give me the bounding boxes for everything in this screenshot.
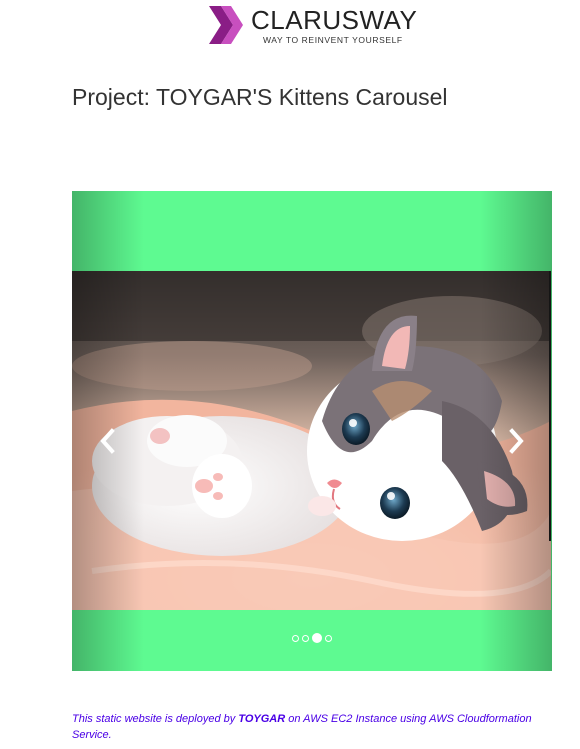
footer-author: TOYGAR bbox=[238, 713, 286, 725]
clarusway-logo-icon bbox=[209, 6, 243, 44]
page-title: Project: TOYGAR'S Kittens Carousel bbox=[72, 84, 448, 110]
chevron-left-icon bbox=[100, 427, 115, 454]
logo-wordmark: CLARUSWAY bbox=[251, 5, 418, 35]
footer-deploy-note: This static website is deployed by TOYGA… bbox=[72, 711, 552, 743]
footer-text-before: This static website is deployed by bbox=[72, 713, 239, 725]
carousel-indicator-1[interactable] bbox=[292, 634, 299, 642]
carousel-indicators bbox=[72, 632, 552, 644]
logo-tagline: WAY TO REINVENT YOURSELF bbox=[263, 35, 403, 45]
carousel-indicator-3[interactable] bbox=[312, 633, 322, 643]
kittens-carousel bbox=[72, 191, 552, 671]
carousel-prev-button[interactable] bbox=[72, 271, 144, 610]
chevron-right-icon bbox=[509, 427, 524, 454]
carousel-indicator-2[interactable] bbox=[302, 634, 309, 642]
carousel-next-button[interactable] bbox=[480, 271, 552, 610]
clarusway-logo: CLARUSWAY WAY TO REINVENT YOURSELF bbox=[207, 4, 422, 48]
carousel-indicator-4[interactable] bbox=[325, 634, 332, 642]
